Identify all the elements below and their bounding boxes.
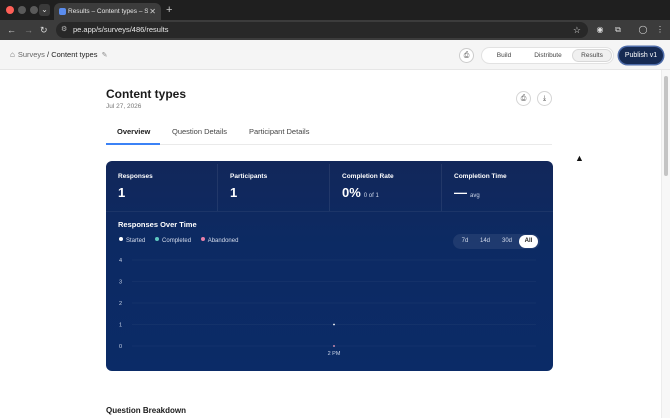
bookmark-star-icon[interactable]: ☆ <box>573 24 581 36</box>
menu-kebab-icon[interactable]: ⋮ <box>654 24 666 36</box>
y-tick-label: 4 <box>119 258 122 264</box>
tab-search-icon[interactable]: ⌄ <box>39 4 50 16</box>
stats-card: Responses 1 Participants 1 Completion Ra… <box>106 161 553 371</box>
print-icon[interactable]: ⎙ <box>459 48 474 63</box>
tab-question-details[interactable]: Question Details <box>172 127 227 137</box>
maximize-window-button[interactable] <box>30 6 38 14</box>
tab-participant-details[interactable]: Participant Details <box>249 127 309 137</box>
responses-chart: 0 1 2 3 4 2 PM <box>119 258 536 357</box>
y-tick-label: 2 <box>119 301 122 307</box>
active-tab-indicator <box>106 143 160 145</box>
close-tab-icon[interactable]: ✕ <box>149 6 156 17</box>
download-icon[interactable]: ⤓ <box>537 91 552 106</box>
close-window-button[interactable] <box>6 6 14 14</box>
mode-build-tab[interactable]: Build <box>488 49 520 62</box>
browser-toolbar: ← → ↻ ⚙ pe.app/s/surveys/486/results ☆ ◉… <box>0 20 670 40</box>
browser-tab[interactable]: Results – Content types – Su ✕ <box>54 3 161 20</box>
y-tick-label: 1 <box>119 323 122 329</box>
page-title: Content types <box>106 87 187 101</box>
puzzle-icon[interactable]: ⧉ <box>612 24 624 36</box>
minimize-window-button[interactable] <box>18 6 26 14</box>
publish-button[interactable]: Publish v1 <box>619 47 663 64</box>
tab-overview[interactable]: Overview <box>117 127 150 137</box>
app-window: ⌂ Surveys / Content types ✎ ⎙ Build Distr… <box>0 40 670 418</box>
data-point-abandoned[interactable] <box>333 345 335 347</box>
mode-distribute-tab[interactable]: Distribute <box>530 49 566 62</box>
app-header: ⌂ Surveys / Content types ✎ ⎙ Build Distr… <box>0 40 670 70</box>
site-info-icon[interactable]: ⚙ <box>61 25 67 35</box>
breadcrumb: ⌂ Surveys / Content types ✎ <box>10 49 107 62</box>
y-tick-label: 3 <box>119 280 122 286</box>
scrollbar-thumb[interactable] <box>664 76 668 176</box>
favicon-icon <box>59 8 66 15</box>
browser-tab-bar: ⌄ Results – Content types – Su ✕ + <box>0 0 670 20</box>
reload-icon[interactable]: ↻ <box>40 24 48 36</box>
results-tabs: Overview Question Details Participant De… <box>106 124 552 145</box>
breadcrumb-current: / Content types <box>47 50 98 59</box>
url-text: pe.app/s/surveys/486/results <box>73 25 169 34</box>
data-point-started[interactable] <box>333 323 335 326</box>
mode-switcher: Build Distribute Results <box>481 47 614 64</box>
y-tick-label: 0 <box>119 344 122 350</box>
edit-pencil-icon[interactable]: ✎ <box>102 52 108 59</box>
extension-icon[interactable]: ◉ <box>594 24 606 36</box>
profile-icon[interactable]: ◯ <box>637 24 649 36</box>
address-bar[interactable]: ⚙ pe.app/s/surveys/486/results ☆ <box>56 22 588 38</box>
browser-tab-title: Results – Content types – Su <box>68 8 148 15</box>
x-tick-label: 2 PM <box>328 351 341 357</box>
home-icon: ⌂ <box>10 50 15 59</box>
new-tab-icon[interactable]: + <box>166 3 172 17</box>
print-results-icon[interactable]: ⎙ <box>516 91 531 106</box>
scrollbar[interactable] <box>661 70 670 418</box>
forward-icon[interactable]: → <box>24 24 33 36</box>
page-date: Jul 27, 2026 <box>106 103 142 110</box>
question-breakdown-heading: Question Breakdown <box>106 406 187 415</box>
breadcrumb-surveys-link[interactable]: Surveys <box>18 50 45 59</box>
mouse-cursor-icon: ▲ <box>575 153 584 163</box>
mode-results-tab[interactable]: Results <box>572 49 612 62</box>
back-icon[interactable]: ← <box>7 24 16 36</box>
